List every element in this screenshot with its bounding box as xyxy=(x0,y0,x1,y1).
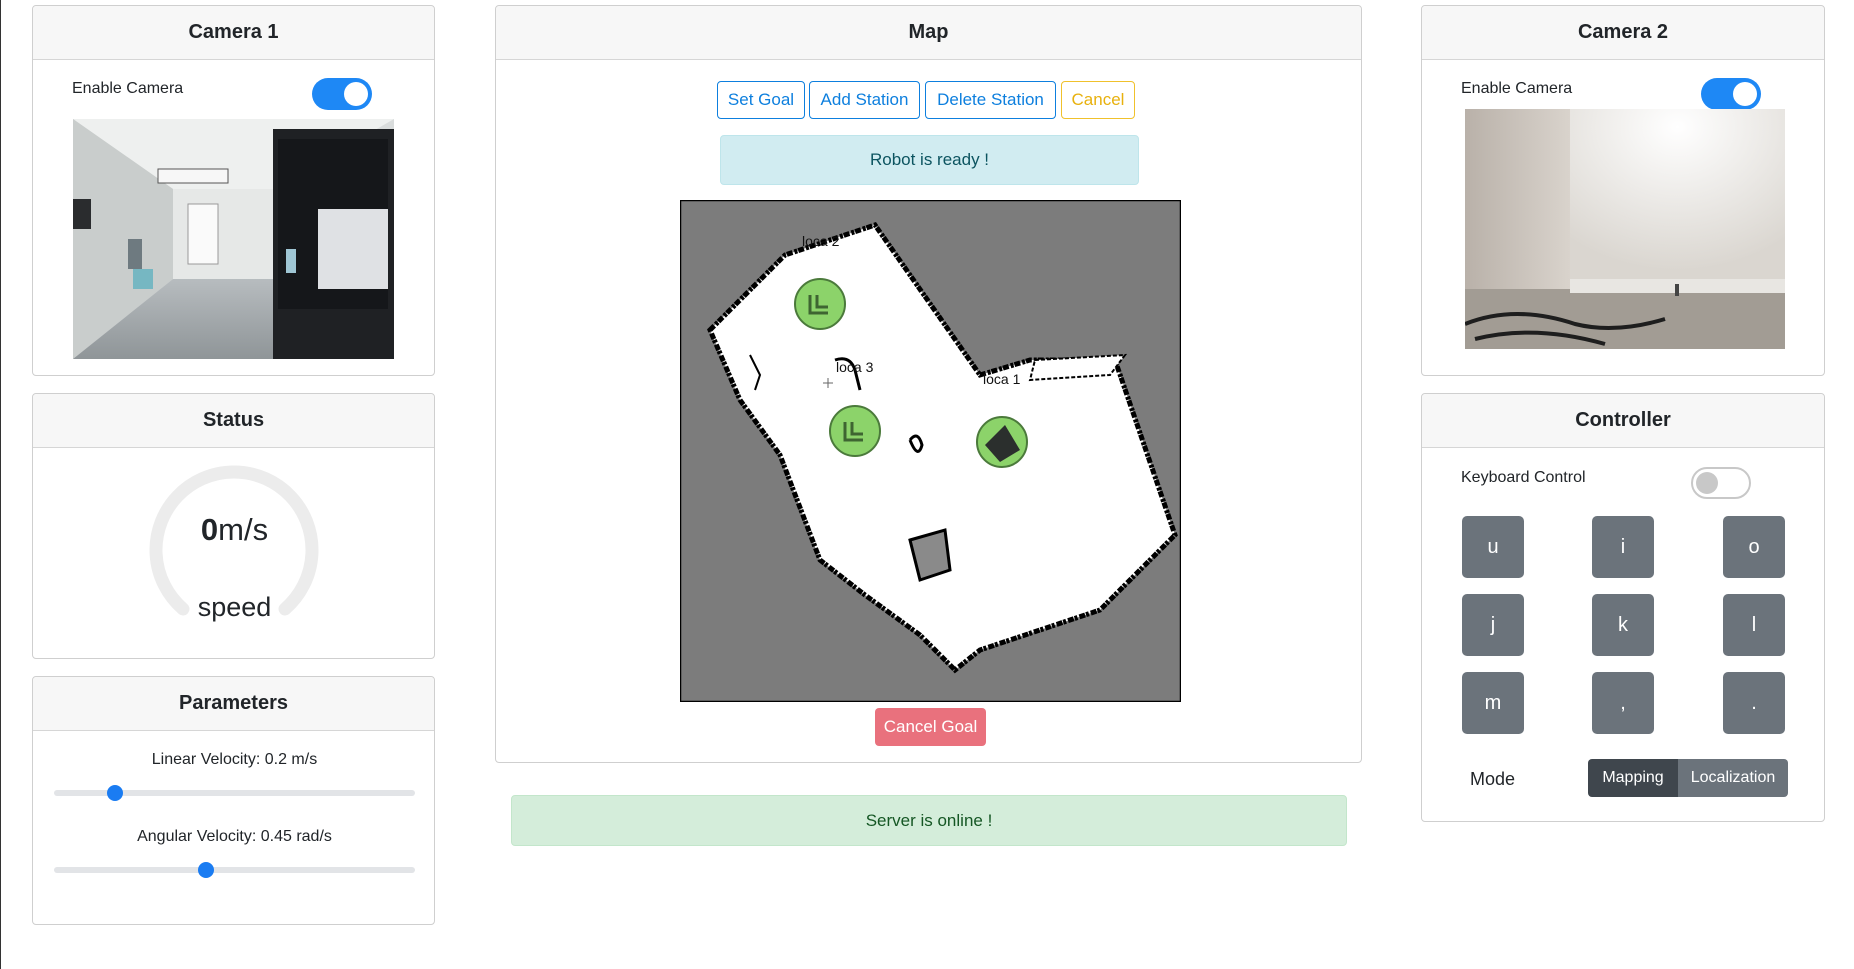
set-goal-button[interactable]: Set Goal xyxy=(717,81,805,119)
angular-velocity-slider[interactable] xyxy=(54,862,415,878)
camera1-card: Camera 1 Enable Camera xyxy=(32,5,435,376)
mode-button-group: Mapping Localization xyxy=(1588,759,1788,797)
station-label-loca3: loca 3 xyxy=(836,359,874,375)
camera2-enable-label: Enable Camera xyxy=(1461,80,1573,97)
status-card: Status 0m/s speed xyxy=(32,393,435,659)
camera2-feed xyxy=(1465,109,1785,349)
angular-velocity-label: Angular Velocity: 0.45 rad/s xyxy=(137,828,332,845)
speed-label: speed xyxy=(197,592,272,622)
camera2-card: Camera 2 Enable Camera xyxy=(1421,5,1825,376)
key-i[interactable]: i xyxy=(1592,516,1654,578)
key-l[interactable]: l xyxy=(1723,594,1785,656)
key-j[interactable]: j xyxy=(1462,594,1524,656)
key-o[interactable]: o xyxy=(1723,516,1785,578)
status-title: Status xyxy=(33,394,434,448)
map-title: Map xyxy=(496,6,1361,60)
station-label-loca1: loca 1 xyxy=(983,371,1021,387)
occupancy-map[interactable]: loca 2 loca 3 loca 1 xyxy=(680,200,1181,702)
speed-unit: m/s xyxy=(218,512,269,547)
parameters-title: Parameters xyxy=(33,677,434,731)
controller-title: Controller xyxy=(1422,394,1824,448)
angular-velocity-thumb[interactable] xyxy=(197,862,214,878)
server-status-alert: Server is online ! xyxy=(511,795,1347,846)
linear-velocity-thumb[interactable] xyxy=(107,785,124,801)
delete-station-button[interactable]: Delete Station xyxy=(925,81,1056,119)
add-station-button[interactable]: Add Station xyxy=(809,81,920,119)
camera1-feed xyxy=(73,119,394,359)
key-k[interactable]: k xyxy=(1592,594,1654,656)
toggle-knob xyxy=(1733,82,1757,106)
key-u[interactable]: u xyxy=(1462,516,1524,578)
map-card: Map Set Goal Add Station Delete Station … xyxy=(495,5,1362,763)
camera1-title: Camera 1 xyxy=(33,6,434,60)
cancel-goal-button[interactable]: Cancel Goal xyxy=(875,708,986,746)
key-m[interactable]: m xyxy=(1462,672,1524,734)
controller-card: Controller Keyboard Control u i o j k l … xyxy=(1421,393,1825,822)
mode-label: Mode xyxy=(1470,769,1516,789)
speed-value: 0 xyxy=(200,512,219,547)
mode-mapping-button[interactable]: Mapping xyxy=(1588,759,1678,797)
keyboard-control-toggle[interactable] xyxy=(1691,467,1751,499)
parameters-card: Parameters Linear Velocity: 0.2 m/s Angu… xyxy=(32,676,435,925)
linear-velocity-slider[interactable] xyxy=(54,785,415,801)
speed-readout: 0m/s xyxy=(33,512,436,548)
station-label-loca2: loca 2 xyxy=(802,233,840,249)
camera1-enable-label: Enable Camera xyxy=(72,80,184,97)
key-period[interactable]: . xyxy=(1723,672,1785,734)
robot-status-alert: Robot is ready ! xyxy=(720,135,1139,185)
linear-velocity-label: Linear Velocity: 0.2 m/s xyxy=(151,751,318,768)
key-comma[interactable]: , xyxy=(1592,672,1654,734)
keyboard-control-label: Keyboard Control xyxy=(1461,469,1586,486)
camera2-enable-toggle[interactable] xyxy=(1701,78,1761,110)
toggle-knob xyxy=(344,82,368,106)
toggle-knob xyxy=(1696,472,1718,494)
camera2-title: Camera 2 xyxy=(1422,6,1824,60)
cancel-button[interactable]: Cancel xyxy=(1061,81,1135,119)
camera1-enable-toggle[interactable] xyxy=(312,78,372,110)
mode-localization-button[interactable]: Localization xyxy=(1678,759,1788,797)
